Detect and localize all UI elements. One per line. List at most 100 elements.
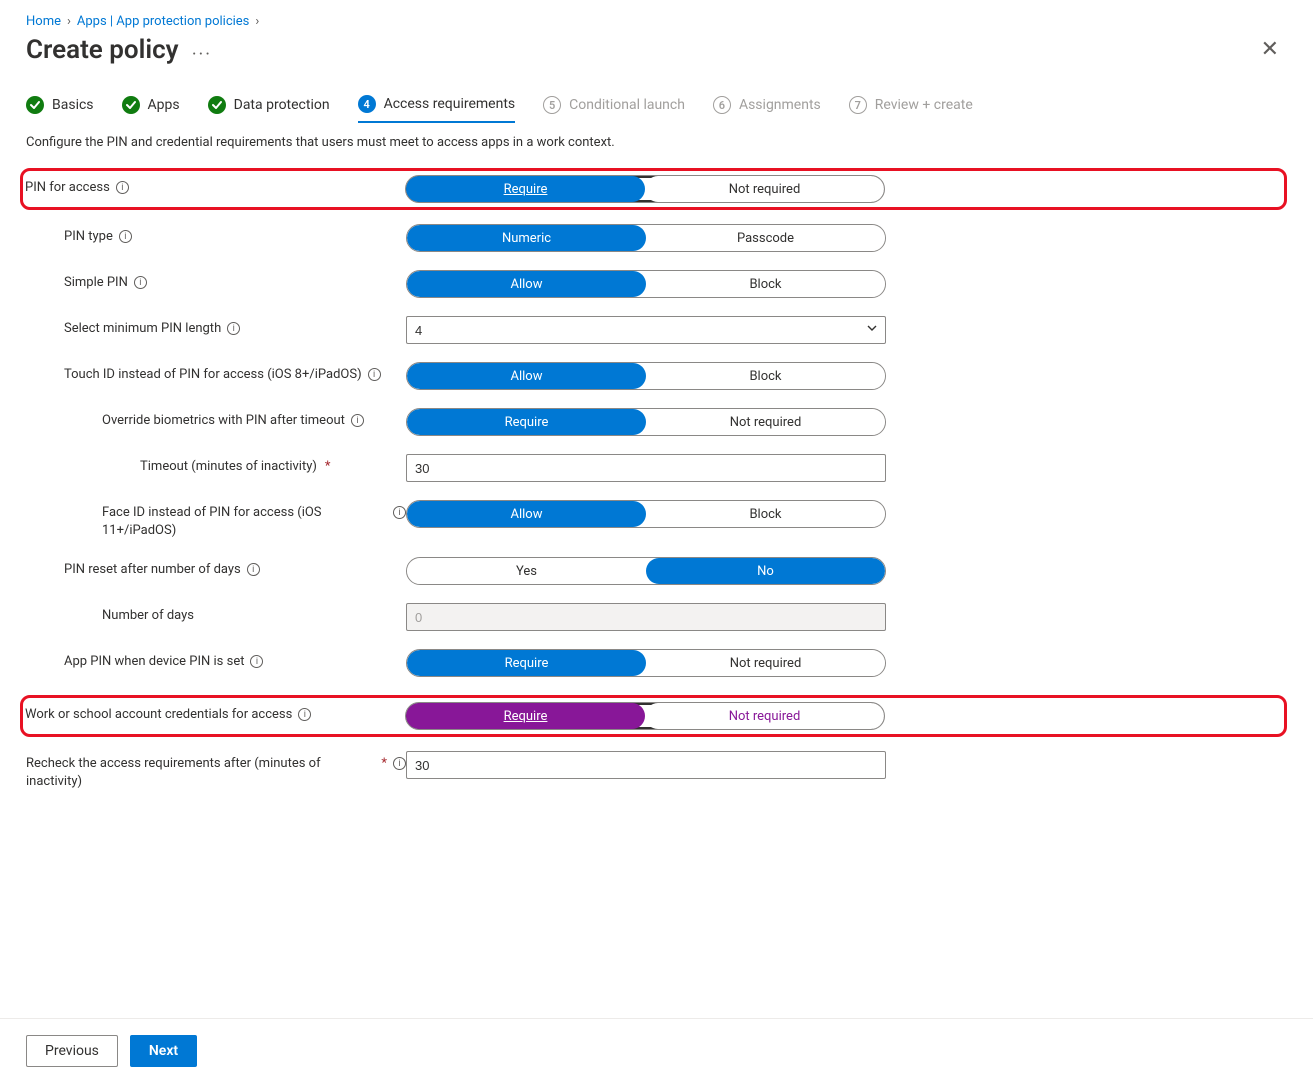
info-icon[interactable]: i [368, 368, 381, 381]
option-block[interactable]: Block [646, 271, 885, 297]
setting-label: PIN reset after number of days [64, 561, 241, 579]
toggle-override-biometrics[interactable]: Require Not required [406, 408, 886, 436]
toggle-pin-for-access[interactable]: Require Not required [405, 175, 885, 203]
toggle-work-school-credentials[interactable]: Require Not required [405, 702, 885, 730]
info-icon[interactable]: i [227, 322, 240, 335]
setting-simple-pin: Simple PIN i Allow Block [26, 270, 1287, 298]
step-review-create: 7 Review + create [849, 96, 973, 122]
setting-recheck-access: Recheck the access requirements after (m… [26, 751, 1287, 790]
setting-touch-id: Touch ID instead of PIN for access (iOS … [26, 362, 1287, 390]
setting-label: Number of days [102, 607, 194, 625]
setting-work-school-credentials: Work or school account credentials for a… [20, 695, 1287, 737]
check-icon [122, 96, 140, 114]
toggle-pin-type[interactable]: Numeric Passcode [406, 224, 886, 252]
step-number-icon: 5 [543, 96, 561, 114]
setting-label: PIN type [64, 228, 113, 246]
setting-override-biometrics: Override biometrics with PIN after timeo… [26, 408, 1287, 436]
setting-label: App PIN when device PIN is set [64, 653, 244, 671]
option-not-required[interactable]: Not required [645, 176, 884, 202]
setting-label: Recheck the access requirements after (m… [26, 755, 373, 790]
toggle-app-pin-device-pin[interactable]: Require Not required [406, 649, 886, 677]
input-timeout-minutes[interactable] [406, 454, 886, 482]
option-not-required[interactable]: Not required [646, 409, 885, 435]
option-block[interactable]: Block [646, 501, 885, 527]
required-indicator: * [325, 458, 331, 476]
breadcrumb-apps[interactable]: Apps | App protection policies [77, 14, 250, 29]
breadcrumb-home[interactable]: Home [26, 14, 61, 29]
footer-separator [0, 1018, 1313, 1019]
check-icon [26, 96, 44, 114]
option-yes[interactable]: Yes [407, 558, 646, 584]
step-number-icon: 7 [849, 96, 867, 114]
option-numeric[interactable]: Numeric [407, 225, 646, 251]
info-icon[interactable]: i [116, 181, 129, 194]
info-icon[interactable]: i [134, 276, 147, 289]
setting-label: Timeout (minutes of inactivity) [140, 458, 317, 476]
setting-face-id: Face ID instead of PIN for access (iOS 1… [26, 500, 1287, 539]
toggle-simple-pin[interactable]: Allow Block [406, 270, 886, 298]
check-icon [208, 96, 226, 114]
toggle-face-id[interactable]: Allow Block [406, 500, 886, 528]
step-basics[interactable]: Basics [26, 96, 94, 122]
next-button[interactable]: Next [130, 1035, 197, 1067]
setting-number-of-days: Number of days [26, 603, 1287, 631]
step-label: Apps [148, 97, 180, 113]
chevron-right-icon: › [67, 14, 71, 29]
setting-timeout-minutes: Timeout (minutes of inactivity) * [26, 454, 1287, 482]
close-icon[interactable]: ✕ [1253, 35, 1287, 65]
option-require[interactable]: Require [406, 176, 645, 202]
setting-label: PIN for access [25, 179, 110, 197]
wizard-steps: Basics Apps Data protection 4 Access req… [26, 95, 1287, 123]
previous-button[interactable]: Previous [26, 1035, 118, 1067]
toggle-pin-reset-days[interactable]: Yes No [406, 557, 886, 585]
step-label: Review + create [875, 97, 973, 113]
step-data-protection[interactable]: Data protection [208, 96, 330, 122]
setting-label: Select minimum PIN length [64, 320, 221, 338]
option-allow[interactable]: Allow [407, 501, 646, 527]
breadcrumb: Home › Apps | App protection policies › [26, 14, 1287, 29]
required-indicator: * [381, 755, 387, 773]
setting-label: Touch ID instead of PIN for access (iOS … [64, 366, 362, 384]
setting-pin-for-access: PIN for access i Require Not required [20, 168, 1287, 210]
select-min-pin-length[interactable] [406, 316, 886, 344]
step-label: Assignments [739, 97, 821, 113]
setting-label: Override biometrics with PIN after timeo… [102, 412, 345, 430]
setting-min-pin-length: Select minimum PIN length i [26, 316, 1287, 344]
info-icon[interactable]: i [351, 414, 364, 427]
option-not-required[interactable]: Not required [645, 703, 884, 729]
step-label: Conditional launch [569, 97, 685, 113]
info-icon[interactable]: i [298, 708, 311, 721]
page-title: Create policy [26, 35, 179, 65]
option-require[interactable]: Require [406, 703, 645, 729]
option-allow[interactable]: Allow [407, 271, 646, 297]
info-icon[interactable]: i [250, 655, 263, 668]
step-access-requirements[interactable]: 4 Access requirements [358, 95, 516, 123]
setting-app-pin-device-pin: App PIN when device PIN is set i Require… [26, 649, 1287, 677]
setting-label: Face ID instead of PIN for access (iOS 1… [102, 504, 387, 539]
step-number-icon: 4 [358, 95, 376, 113]
info-icon[interactable]: i [247, 563, 260, 576]
info-icon[interactable]: i [393, 757, 406, 770]
step-conditional-launch: 5 Conditional launch [543, 96, 685, 122]
step-number-icon: 6 [713, 96, 731, 114]
chevron-right-icon: › [255, 14, 259, 29]
info-icon[interactable]: i [119, 230, 132, 243]
info-icon[interactable]: i [393, 506, 406, 519]
input-recheck-minutes[interactable] [406, 751, 886, 779]
step-label: Data protection [234, 97, 330, 113]
more-actions-icon[interactable]: ··· [192, 44, 212, 65]
setting-label: Work or school account credentials for a… [25, 706, 292, 724]
option-not-required[interactable]: Not required [646, 650, 885, 676]
option-no[interactable]: No [646, 558, 885, 584]
option-require[interactable]: Require [407, 409, 646, 435]
option-passcode[interactable]: Passcode [646, 225, 885, 251]
setting-label: Simple PIN [64, 274, 128, 292]
setting-pin-reset-days: PIN reset after number of days i Yes No [26, 557, 1287, 585]
input-number-of-days [406, 603, 886, 631]
step-assignments: 6 Assignments [713, 96, 821, 122]
option-allow[interactable]: Allow [407, 363, 646, 389]
option-block[interactable]: Block [646, 363, 885, 389]
step-apps[interactable]: Apps [122, 96, 180, 122]
toggle-touch-id[interactable]: Allow Block [406, 362, 886, 390]
option-require[interactable]: Require [407, 650, 646, 676]
